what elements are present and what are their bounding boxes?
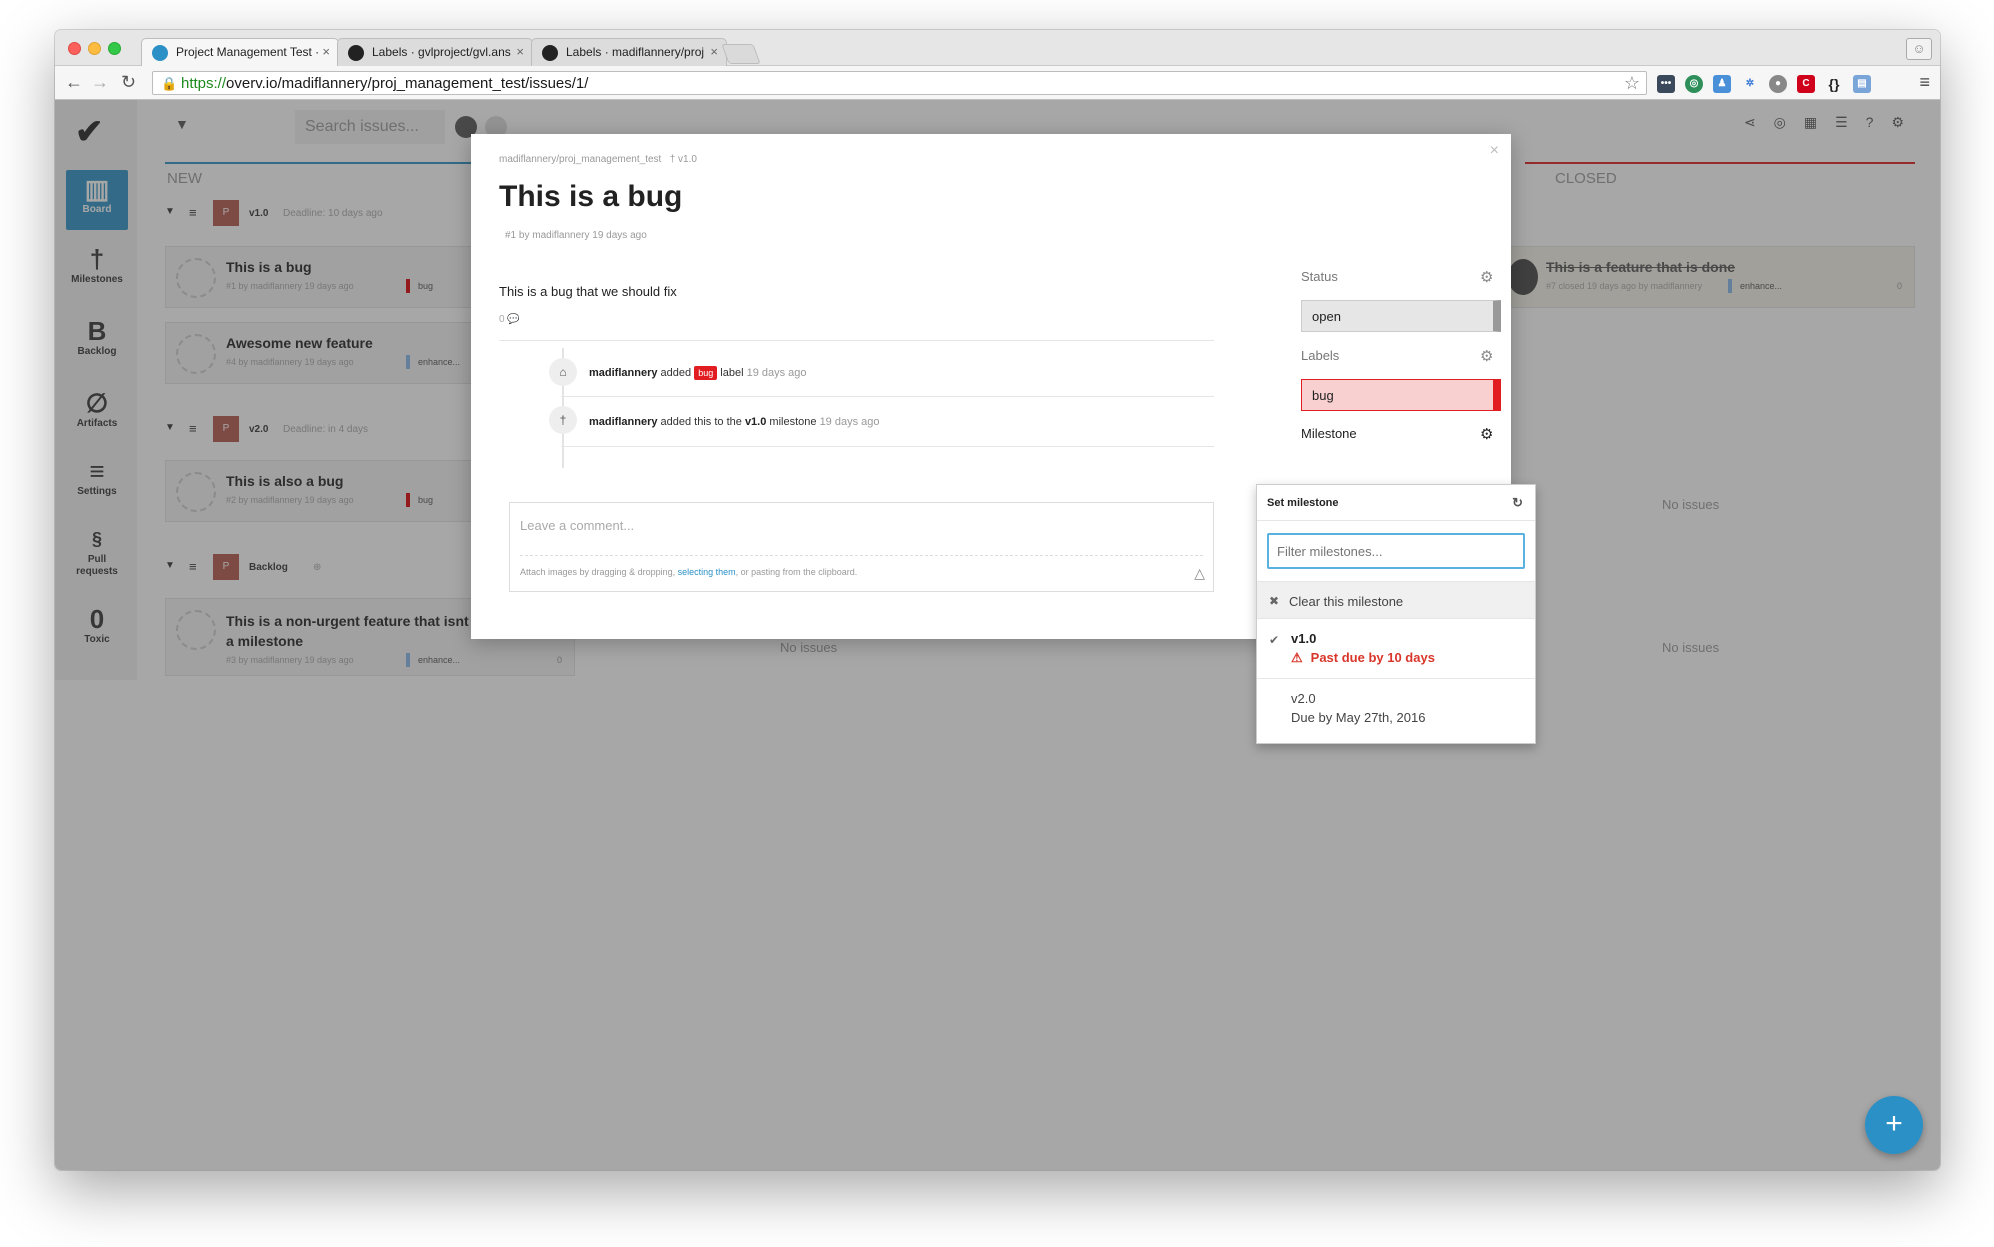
milestone-gear-icon[interactable]: ⚙ [1480, 425, 1493, 443]
bug-label[interactable]: bug [1301, 379, 1501, 411]
milestone-name: v1.0 [1291, 631, 1317, 646]
forward-arrow-icon[interactable]: → [91, 72, 109, 93]
url-protocol: https:// [181, 75, 227, 92]
event-time: 19 days ago [746, 367, 807, 379]
milestone-signpost-icon: † [669, 154, 676, 165]
extension-network-icon[interactable]: ✲ [1741, 75, 1759, 93]
extension-doc-icon[interactable]: ▤ [1853, 75, 1871, 93]
milestone-option-v1[interactable]: ✔ v1.0 ⚠ Past due by 10 days [1257, 619, 1535, 679]
profile-icon[interactable]: ☺ [1906, 38, 1932, 60]
filter-milestones-input[interactable] [1267, 533, 1525, 569]
issue-body: This is a bug that we should fix [499, 284, 677, 299]
tag-icon: ⌂ [549, 358, 577, 386]
labels-label: Labels [1301, 348, 1340, 363]
comment-count-value: 0 [499, 314, 505, 325]
tab-title: Project Management Test · [176, 45, 320, 59]
browser-menu-icon[interactable]: ≡ [1919, 72, 1930, 93]
extension-globe-icon[interactable]: ◎ [1685, 75, 1703, 93]
extension-person-icon[interactable]: ♟ [1713, 75, 1731, 93]
extension-gray-icon[interactable]: ● [1769, 75, 1787, 93]
event-user[interactable]: madiflannery [589, 367, 657, 379]
event-user[interactable]: madiflannery [589, 416, 657, 428]
comment-placeholder: Leave a comment... [520, 518, 635, 533]
close-icon[interactable]: × [1490, 142, 1499, 160]
divider [561, 396, 1214, 397]
lock-icon: 🔒 [161, 76, 178, 91]
browser-tab-labels-gvl[interactable]: Labels · gvlproject/gvl.ans × [337, 38, 533, 66]
event-time: 19 days ago [819, 416, 880, 428]
event-text: milestone [769, 416, 817, 428]
extension-json-icon[interactable]: {} [1825, 75, 1843, 93]
browser-window: Project Management Test · × Labels · gvl… [55, 30, 1940, 1170]
divider [520, 555, 1203, 556]
hint-text: , or pasting from the clipboard. [735, 567, 858, 577]
close-tab-icon[interactable]: × [516, 44, 524, 59]
comment-bubble-icon: 💬 [507, 314, 520, 325]
issue-title: This is a bug [499, 180, 683, 213]
browser-toolbar: ← → ↻ 🔒 https://overv.io/madiflannery/pr… [55, 66, 1940, 100]
extension-dots-icon[interactable]: ••• [1657, 75, 1675, 93]
hint-text: Attach images by dragging & dropping, [520, 567, 676, 577]
close-tab-icon[interactable]: × [322, 44, 330, 59]
select-files-link[interactable]: selecting them [678, 567, 736, 577]
checkmark-icon: ✔ [1269, 633, 1280, 647]
minimize-window-button[interactable] [88, 42, 101, 55]
milestone-due-text: Past due by 10 days [1310, 650, 1435, 665]
overv-favicon-icon [152, 45, 168, 61]
github-favicon-icon [348, 45, 364, 61]
attach-hint: Attach images by dragging & dropping, se… [520, 567, 857, 577]
dropdown-header: Set milestone ↻ [1257, 485, 1535, 521]
milestone-tag: v1.0 [678, 154, 697, 165]
milestone-name: v2.0 [1291, 691, 1316, 706]
event-text: label [720, 367, 744, 379]
close-tab-icon[interactable]: × [710, 44, 718, 59]
reload-icon[interactable]: ↻ [121, 72, 136, 93]
drive-icon[interactable]: △ [1194, 565, 1205, 582]
repo-name: madiflannery/proj_management_test [499, 154, 662, 165]
tab-title: Labels · gvlproject/gvl.ans [372, 45, 511, 59]
event-milestone[interactable]: v1.0 [745, 416, 766, 428]
timeline-event-label: madiflannery added bug label 19 days ago [589, 366, 807, 380]
address-bar[interactable]: 🔒 https://overv.io/madiflannery/proj_man… [152, 71, 1647, 95]
tab-bar: Project Management Test · × Labels · gvl… [55, 30, 1940, 66]
url-text: overv.io/madiflannery/proj_management_te… [226, 75, 589, 92]
comment-count: 0 💬 [499, 314, 520, 325]
milestone-due-note: ⚠ Past due by 10 days [1291, 650, 1535, 666]
bug-label-pill: bug [694, 366, 718, 380]
divider [561, 446, 1214, 447]
status-label: Status [1301, 269, 1338, 284]
milestone-label: Milestone [1301, 426, 1357, 441]
refresh-icon[interactable]: ↻ [1512, 495, 1523, 511]
event-text: added this to the [660, 416, 742, 428]
maximize-window-button[interactable] [108, 42, 121, 55]
tab-title: Labels · madiflannery/proj [566, 45, 705, 59]
milestone-due-text: Due by May 27th, 2016 [1291, 710, 1426, 725]
milestone-option-v2[interactable]: v2.0 Due by May 27th, 2016 [1257, 679, 1535, 739]
close-window-button[interactable] [68, 42, 81, 55]
comment-editor[interactable]: Leave a comment... Attach images by drag… [509, 502, 1214, 592]
browser-tab-overv[interactable]: Project Management Test · × [141, 38, 339, 66]
browser-tab-labels-madi[interactable]: Labels · madiflannery/proj × [531, 38, 727, 66]
clear-milestone-label: Clear this milestone [1289, 594, 1404, 609]
status-gear-icon[interactable]: ⚙ [1480, 268, 1493, 286]
bookmark-star-icon[interactable]: ☆ [1624, 73, 1640, 94]
milestone-signpost-icon: † [549, 406, 577, 434]
divider [499, 340, 1214, 341]
new-tab-button[interactable] [721, 44, 761, 64]
close-icon: ✖ [1269, 594, 1280, 608]
issue-meta: #1 by madiflannery 19 days ago [505, 230, 647, 241]
warning-icon: ⚠ [1291, 650, 1303, 665]
milestone-dropdown: Set milestone ↻ ✖ Clear this milestone ✔… [1256, 484, 1536, 744]
clear-milestone-option[interactable]: ✖ Clear this milestone [1257, 581, 1535, 619]
github-favicon-icon [542, 45, 558, 61]
repo-breadcrumb: madiflannery/proj_management_test † v1.0 [499, 154, 697, 165]
back-arrow-icon[interactable]: ← [65, 72, 83, 93]
status-value[interactable]: open [1301, 300, 1501, 332]
timeline-event-milestone: madiflannery added this to the v1.0 mile… [589, 416, 880, 428]
labels-gear-icon[interactable]: ⚙ [1480, 347, 1493, 365]
add-issue-fab-button[interactable]: + [1865, 1096, 1923, 1154]
event-text: added [660, 367, 692, 379]
extension-cors-icon[interactable]: C [1797, 75, 1815, 93]
dropdown-title: Set milestone [1267, 497, 1339, 509]
